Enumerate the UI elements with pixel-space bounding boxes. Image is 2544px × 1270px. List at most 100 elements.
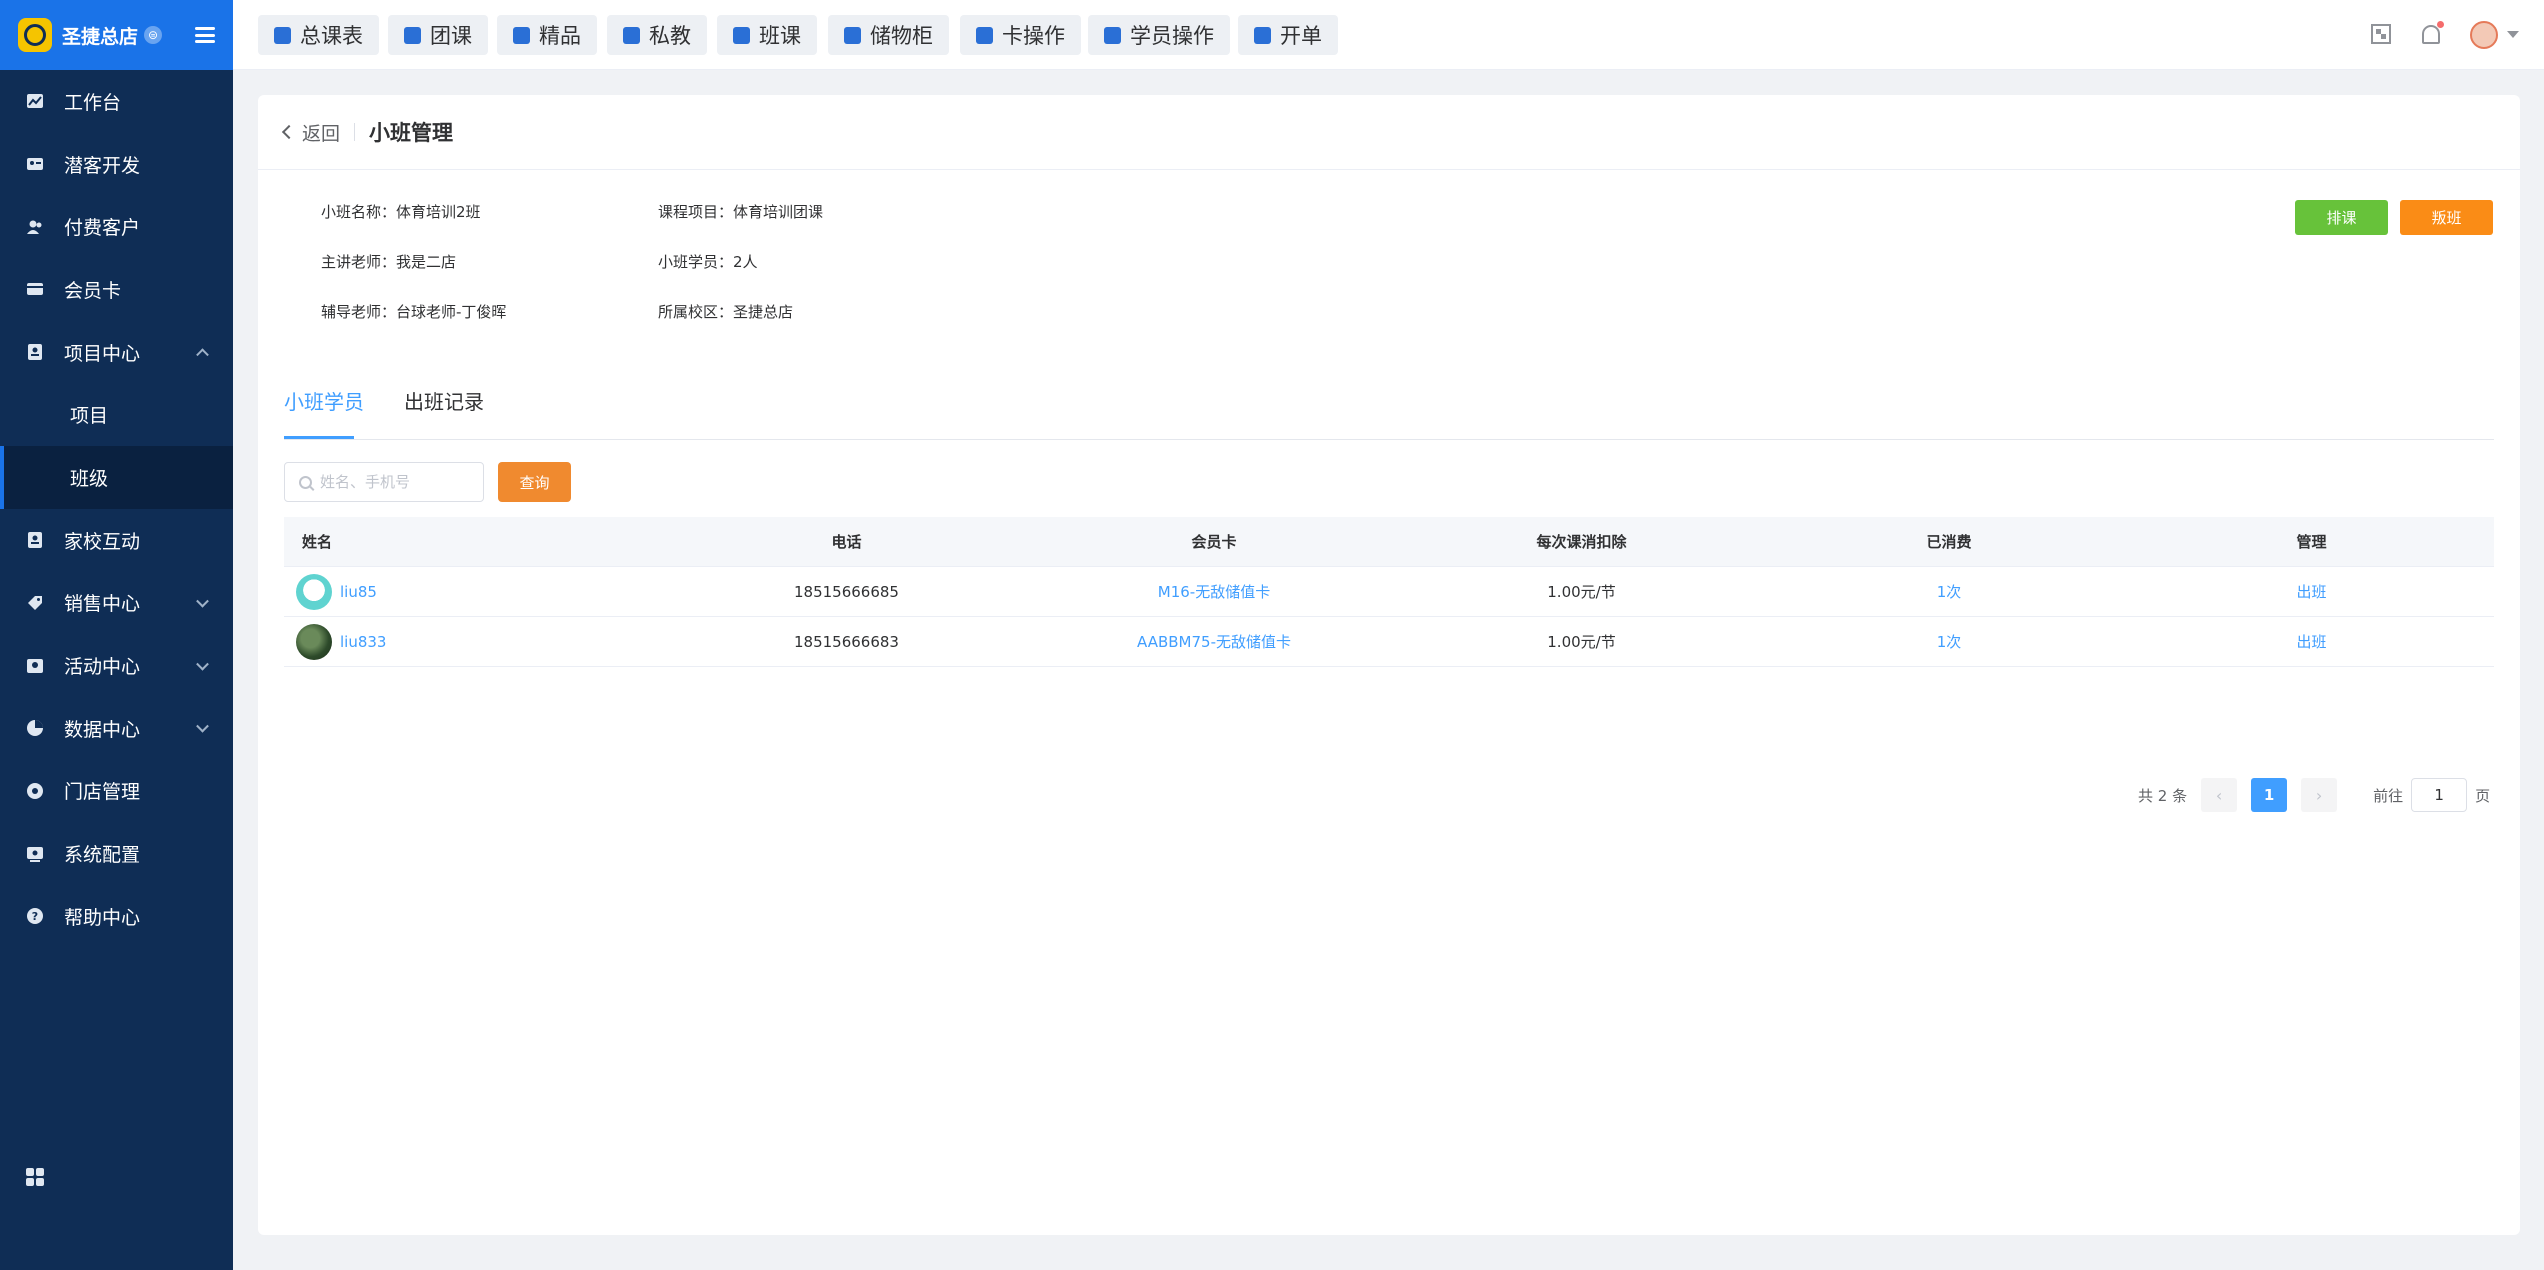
prev-page-button[interactable]: ‹ (2201, 778, 2238, 812)
search-icon (299, 475, 312, 489)
tab-exit-records[interactable]: 出班记录 (404, 387, 484, 439)
main-teacher: 主讲老师：我是二店 (321, 253, 457, 271)
exit-class-button[interactable]: 叛班 (2400, 200, 2493, 235)
page-suffix: 页 (2475, 786, 2491, 805)
name-cell: liu85 (284, 573, 659, 610)
back-button[interactable]: 返回 (281, 119, 341, 146)
table-row: liu833 18515666683 AABBM75-无敌储值卡 1.00元/节… (284, 617, 2494, 667)
tab-open-order[interactable]: 开单 (1238, 15, 1338, 55)
active-tab-indicator (284, 436, 354, 439)
exit-class-link[interactable]: 出班 (2129, 581, 2494, 602)
user-avatar[interactable] (2470, 21, 2498, 49)
sidebar-item-class[interactable]: 班级 (0, 446, 233, 509)
sidebar-item-system-config[interactable]: 系统配置 (0, 822, 233, 885)
back-label: 返回 (302, 122, 341, 145)
sidebar-item-leads[interactable]: 潜客开发 (0, 133, 233, 196)
column-header: 已消费 (1926, 533, 1972, 551)
exit-class-link[interactable]: 出班 (2129, 631, 2494, 652)
search-input[interactable] (320, 473, 470, 491)
sidebar-item-store-management[interactable]: 门店管理 (0, 760, 233, 823)
page-title: 小班管理 (369, 121, 454, 145)
sidebar-item-project[interactable]: 项目 (0, 383, 233, 446)
sidebar-item-activity-center[interactable]: 活动中心 (0, 634, 233, 697)
chevron-left-icon (281, 124, 297, 140)
sidebar-item-membership-card[interactable]: 会员卡 (0, 258, 233, 321)
page-number-current[interactable]: 1 (2251, 778, 2288, 812)
tab-premium[interactable]: 精品 (497, 15, 597, 55)
next-page-button[interactable]: › (2301, 778, 2338, 812)
consumed-link[interactable]: 1次 (1769, 631, 2129, 652)
chevron-down-icon (196, 657, 209, 671)
search-field[interactable] (284, 462, 484, 502)
brand-logo (18, 18, 52, 52)
tab-class-students[interactable]: 小班学员 (284, 387, 364, 439)
sidebar-item-workbench[interactable]: 工作台 (0, 70, 233, 133)
table-header: 姓名 电话 会员卡 每次课消扣除 已消费 管理 (284, 517, 2494, 567)
deduction-cell: 1.00元/节 (1547, 583, 1616, 601)
sidebar-item-label: 潜客开发 (64, 154, 141, 177)
sidebar-item-home-school[interactable]: 家校互动 (0, 509, 233, 572)
sidebar-item-label: 活动中心 (64, 656, 141, 679)
tab-group-class[interactable]: 团课 (388, 15, 488, 55)
student-name-link[interactable]: liu833 (340, 633, 386, 651)
store-icon (26, 782, 44, 800)
dashboard-icon (26, 92, 44, 110)
sidebar-item-paying-customers[interactable]: 付费客户 (0, 195, 233, 258)
column-header: 电话 (831, 533, 862, 551)
sidebar-item-help-center[interactable]: ? 帮助中心 (0, 885, 233, 948)
notification-dot (2437, 21, 2444, 28)
sidebar-item-data-center[interactable]: 数据中心 (0, 697, 233, 760)
store-switch-icon[interactable]: ⊜ (144, 26, 163, 44)
membership-card-link[interactable]: M16-无敌储值卡 (1034, 581, 1394, 602)
tab-label: 开单 (1280, 24, 1322, 48)
qrcode-icon[interactable] (2371, 24, 2391, 44)
main-card: 返回 小班管理 小班名称：体育培训2班 课程项目：体育培训团课 主讲老师：我是二… (258, 95, 2520, 1235)
menu-toggle-icon[interactable] (195, 27, 215, 43)
tag-icon (26, 594, 44, 612)
name-cell: liu833 (284, 623, 659, 660)
goto-label: 前往 (2373, 786, 2404, 805)
tab-card-operation[interactable]: 卡操作 (960, 15, 1081, 55)
query-button[interactable]: 查询 (498, 462, 571, 502)
sidebar-item-label: 项目中心 (64, 342, 141, 365)
sidebar-item-label: 付费客户 (64, 217, 141, 240)
user-icon (1104, 26, 1121, 44)
bell-icon[interactable] (2422, 21, 2444, 44)
tab-student-operation[interactable]: 学员操作 (1088, 15, 1230, 55)
sidebar-item-label: 工作台 (64, 91, 122, 114)
tab-class-course[interactable]: 班课 (717, 15, 817, 55)
student-count: 小班学员：2人 (658, 253, 758, 271)
chevron-down-icon (196, 594, 209, 608)
schedule-button[interactable]: 排课 (2295, 200, 2388, 235)
student-name-link[interactable]: liu85 (340, 583, 377, 601)
tab-schedule[interactable]: 总课表 (258, 15, 379, 55)
total-count: 共 2 条 (2138, 786, 2188, 805)
apps-grid-icon[interactable] (26, 1168, 44, 1186)
premium-icon (513, 26, 530, 44)
sidebar-item-label: 项目 (70, 405, 109, 428)
consumed-link[interactable]: 1次 (1769, 581, 2129, 602)
deduction-cell: 1.00元/节 (1547, 633, 1616, 651)
phone-cell: 18515666685 (794, 582, 899, 601)
pie-chart-icon (26, 719, 44, 737)
sidebar-item-label: 系统配置 (64, 844, 141, 867)
svg-text:?: ? (32, 910, 38, 923)
avatar (296, 573, 332, 610)
tab-label: 学员操作 (1130, 24, 1214, 48)
activity-icon (26, 657, 44, 675)
column-header: 会员卡 (1191, 533, 1237, 551)
membership-card-link[interactable]: AABBM75-无敌储值卡 (1034, 631, 1394, 652)
sidebar-item-label: 班级 (70, 467, 109, 490)
sidebar-item-sales-center[interactable]: 销售中心 (0, 572, 233, 635)
goto-page-input[interactable] (2411, 778, 2468, 812)
sidebar-item-project-center[interactable]: 项目中心 (0, 321, 233, 384)
assistant-teacher: 辅导老师：台球老师-丁俊晖 (321, 303, 507, 321)
card-icon (976, 26, 993, 44)
top-bar: 总课表 团课 精品 私教 班课 储物柜 卡操作 学员操作 开单 (233, 0, 2544, 70)
sidebar-item-label: 销售中心 (64, 593, 141, 616)
interaction-icon (26, 531, 44, 549)
tab-locker[interactable]: 储物柜 (828, 15, 949, 55)
tab-private[interactable]: 私教 (607, 15, 707, 55)
caret-down-icon[interactable] (2507, 31, 2519, 38)
tabs: 小班学员 出班记录 (284, 387, 2494, 440)
